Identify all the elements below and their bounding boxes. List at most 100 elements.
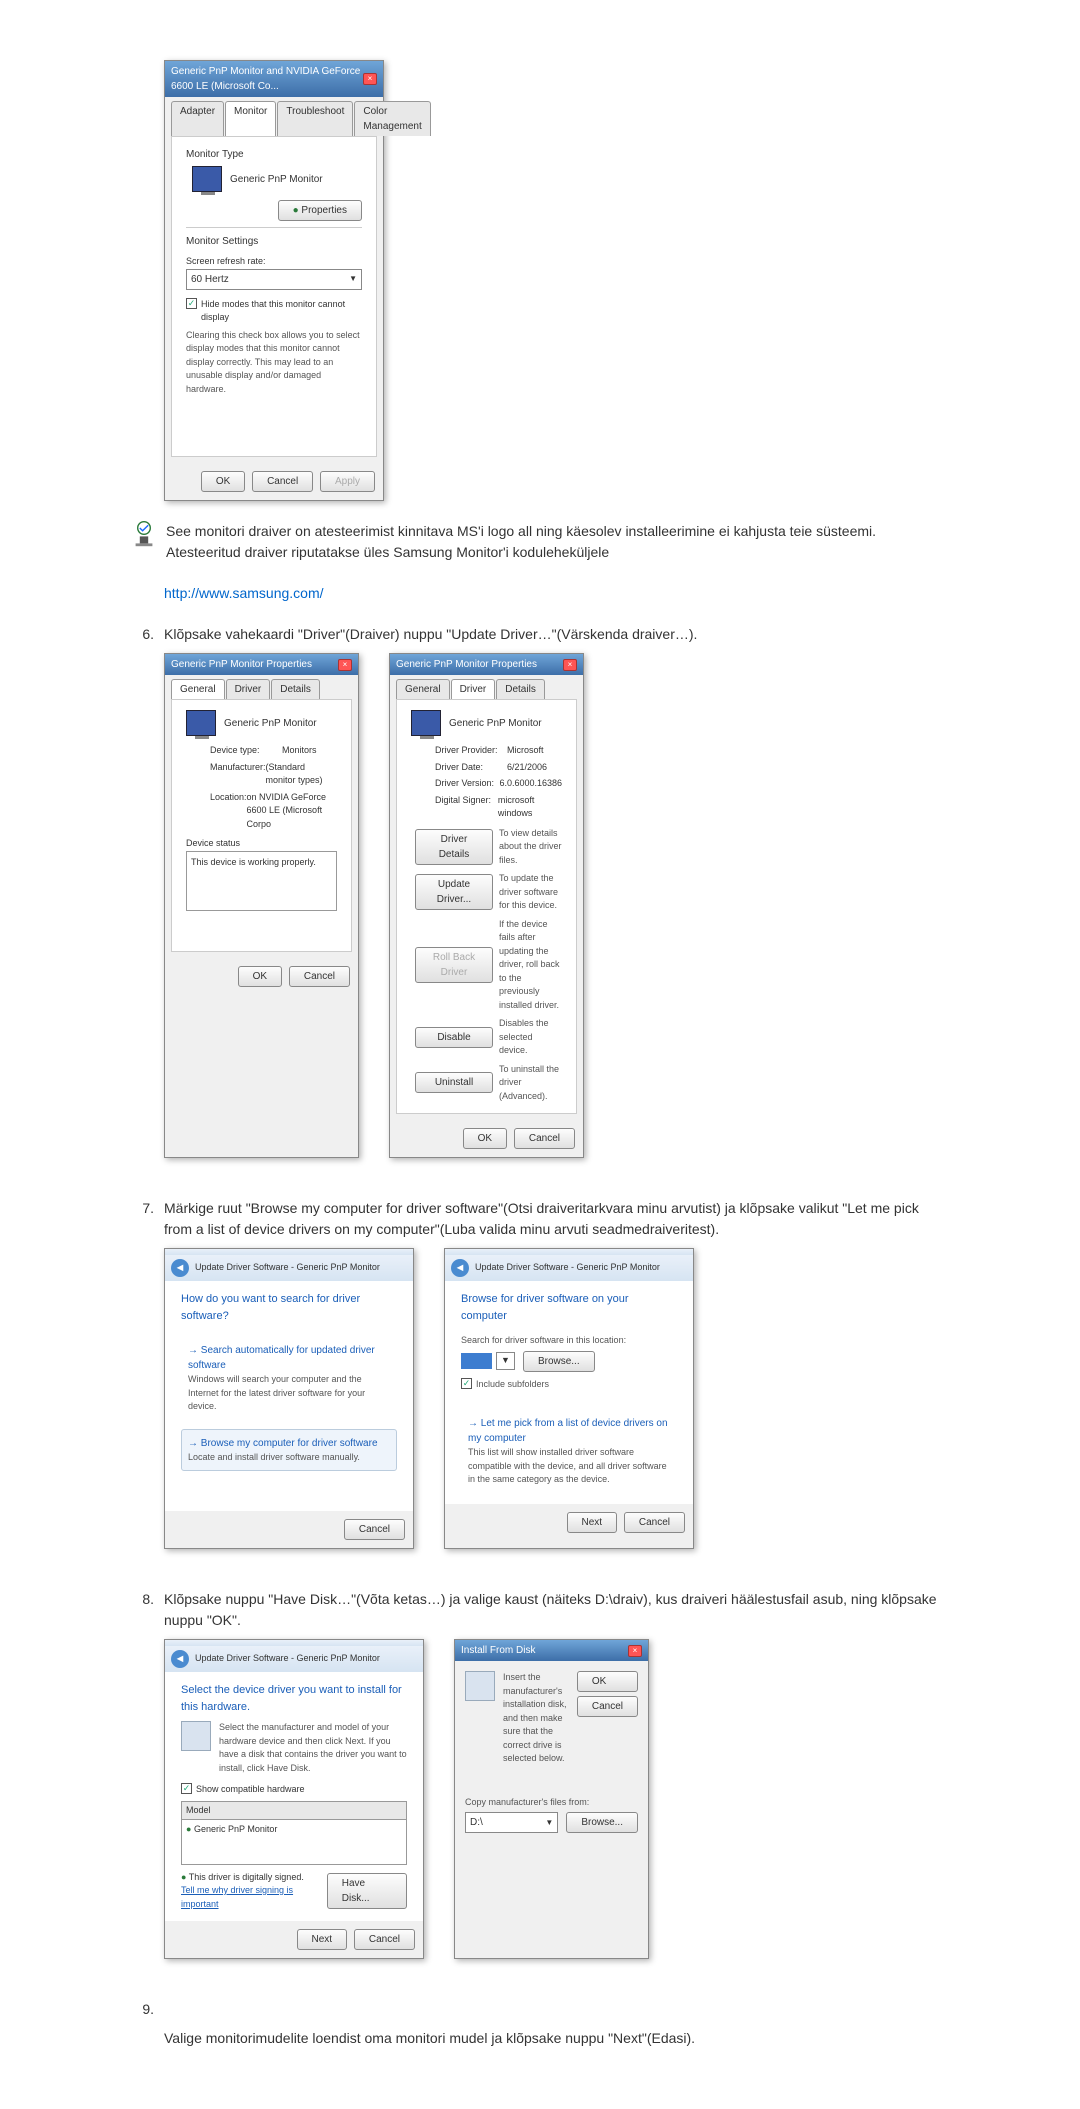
update-driver-desc: To update the driver software for this d… <box>499 872 562 913</box>
show-compatible-checkbox[interactable]: ✓ <box>181 1783 192 1794</box>
step-text: Klõpsake vahekaardi "Driver"(Draiver) nu… <box>164 624 950 645</box>
tab-monitor[interactable]: Monitor <box>225 101 276 136</box>
refresh-rate-select[interactable]: 60 Hertz▼ <box>186 269 362 290</box>
hide-modes-checkbox[interactable]: ✓ <box>186 298 197 309</box>
ok-button[interactable]: OK <box>577 1671 638 1692</box>
next-button[interactable]: Next <box>297 1929 348 1950</box>
pick-from-list-option[interactable]: → Let me pick from a list of device driv… <box>461 1409 677 1494</box>
date-label: Driver Date: <box>435 761 507 775</box>
refresh-rate-label: Screen refresh rate: <box>186 255 362 269</box>
uninstall-button[interactable]: Uninstall <box>415 1072 493 1093</box>
cancel-button[interactable]: Cancel <box>514 1128 575 1149</box>
install-from-disk-dialog: Install From Disk × Insert the manufactu… <box>454 1639 649 1959</box>
close-icon[interactable]: × <box>563 659 577 671</box>
have-disk-button[interactable]: Have Disk... <box>327 1873 407 1909</box>
dialog-title: Generic PnP Monitor Properties <box>171 657 312 672</box>
search-auto-option[interactable]: → Search automatically for updated drive… <box>181 1336 397 1421</box>
chevron-down-icon: ▼ <box>545 1817 553 1829</box>
next-button[interactable]: Next <box>567 1512 618 1533</box>
samsung-link[interactable]: http://www.samsung.com/ <box>164 585 324 601</box>
back-icon[interactable]: ◄ <box>451 1259 469 1277</box>
note-line-1: See monitori draiver on atesteerimist ki… <box>166 521 876 542</box>
wizard-description: Select the manufacturer and model of you… <box>219 1721 407 1775</box>
close-icon[interactable]: × <box>363 73 377 85</box>
install-disk-description: Insert the manufacturer's installation d… <box>503 1671 567 1766</box>
step-text: Klõpsake nuppu "Have Disk…"(Võta ketas…)… <box>164 1589 950 1631</box>
tab-general[interactable]: General <box>171 679 225 699</box>
wizard-heading: How do you want to search for driver sof… <box>181 1291 397 1324</box>
disk-icon <box>465 1671 495 1701</box>
provider-value: Microsoft <box>507 744 544 758</box>
update-driver-button[interactable]: Update Driver... <box>415 874 493 910</box>
select-driver-dialog: ◄ Update Driver Software - Generic PnP M… <box>164 1639 424 1959</box>
disk-icon <box>181 1721 211 1751</box>
cancel-button[interactable]: Cancel <box>624 1512 685 1533</box>
ok-button[interactable]: OK <box>201 471 245 492</box>
show-compatible-label: Show compatible hardware <box>196 1783 305 1797</box>
copy-from-label: Copy manufacturer's files from: <box>465 1796 638 1810</box>
signing-info-link[interactable]: Tell me why driver signing is important <box>181 1884 323 1911</box>
version-label: Driver Version: <box>435 777 499 791</box>
breadcrumb: Update Driver Software - Generic PnP Mon… <box>475 1261 660 1275</box>
hide-modes-label: Hide modes that this monitor cannot disp… <box>201 298 362 325</box>
tab-details[interactable]: Details <box>271 679 320 699</box>
back-icon[interactable]: ◄ <box>171 1259 189 1277</box>
model-list-item[interactable]: ● Generic PnP Monitor <box>182 1820 406 1840</box>
disable-button[interactable]: Disable <box>415 1027 493 1048</box>
manufacturer-label: Manufacturer: <box>210 761 266 788</box>
tab-general[interactable]: General <box>396 679 450 699</box>
monitor-properties-dialog: Generic PnP Monitor and NVIDIA GeForce 6… <box>164 60 384 501</box>
location-label: Location: <box>210 791 247 832</box>
properties-general-dialog: Generic PnP Monitor Properties × General… <box>164 653 359 1158</box>
apply-button[interactable]: Apply <box>320 471 375 492</box>
path-input[interactable] <box>461 1353 492 1369</box>
close-icon[interactable]: × <box>338 659 352 671</box>
tab-color-management[interactable]: Color Management <box>354 101 430 136</box>
dialog-title: Generic PnP Monitor Properties <box>396 657 537 672</box>
disable-desc: Disables the selected device. <box>499 1017 562 1058</box>
tab-driver[interactable]: Driver <box>226 679 271 699</box>
copy-from-path[interactable]: D:\▼ <box>465 1812 558 1833</box>
cancel-button[interactable]: Cancel <box>289 966 350 987</box>
signer-value: microsoft windows <box>498 794 562 821</box>
device-name: Generic PnP Monitor <box>449 716 542 731</box>
note-line-2: Atesteeritud draiver riputatakse üles Sa… <box>166 542 876 563</box>
manufacturer-value: (Standard monitor types) <box>266 761 337 788</box>
monitor-settings-label: Monitor Settings <box>186 234 362 249</box>
cancel-button[interactable]: Cancel <box>577 1696 638 1717</box>
driver-details-button[interactable]: Driver Details <box>415 829 493 865</box>
monitor-icon <box>411 710 441 736</box>
cancel-button[interactable]: Cancel <box>354 1929 415 1950</box>
tab-troubleshoot[interactable]: Troubleshoot <box>277 101 353 136</box>
ok-button[interactable]: OK <box>463 1128 507 1149</box>
properties-button[interactable]: ● Properties <box>278 200 362 221</box>
provider-label: Driver Provider: <box>435 744 507 758</box>
close-icon[interactable]: × <box>628 1645 642 1657</box>
ok-button[interactable]: OK <box>238 966 282 987</box>
tab-driver[interactable]: Driver <box>451 679 496 699</box>
tab-details[interactable]: Details <box>496 679 545 699</box>
dialog-title: Generic PnP Monitor and NVIDIA GeForce 6… <box>171 64 363 94</box>
update-driver-search-dialog: ◄ Update Driver Software - Generic PnP M… <box>164 1248 414 1549</box>
browse-computer-option[interactable]: → Browse my computer for driver software… <box>181 1429 397 1472</box>
checkmark-2000-icon <box>130 521 158 549</box>
path-dropdown[interactable]: ▼ <box>496 1352 515 1370</box>
rollback-driver-button[interactable]: Roll Back Driver <box>415 947 493 983</box>
dialog-title: Install From Disk <box>461 1643 535 1658</box>
tab-adapter[interactable]: Adapter <box>171 101 224 136</box>
browse-button[interactable]: Browse... <box>523 1351 595 1372</box>
monitor-type-label: Monitor Type <box>186 147 362 162</box>
step-text: Valige monitorimudelite loendist oma mon… <box>164 2028 950 2049</box>
include-subfolders-checkbox[interactable]: ✓ <box>461 1378 472 1389</box>
cancel-button[interactable]: Cancel <box>344 1519 405 1540</box>
step-number: 9. <box>130 1999 154 2020</box>
cancel-button[interactable]: Cancel <box>252 471 313 492</box>
device-type-label: Device type: <box>210 744 282 758</box>
search-location-label: Search for driver software in this locat… <box>461 1334 677 1348</box>
hide-modes-description: Clearing this check box allows you to se… <box>186 329 362 397</box>
back-icon[interactable]: ◄ <box>171 1650 189 1668</box>
signer-label: Digital Signer: <box>435 794 498 821</box>
browse-button[interactable]: Browse... <box>566 1812 638 1833</box>
monitor-icon <box>192 166 222 192</box>
model-column-header: Model <box>182 1802 406 1821</box>
